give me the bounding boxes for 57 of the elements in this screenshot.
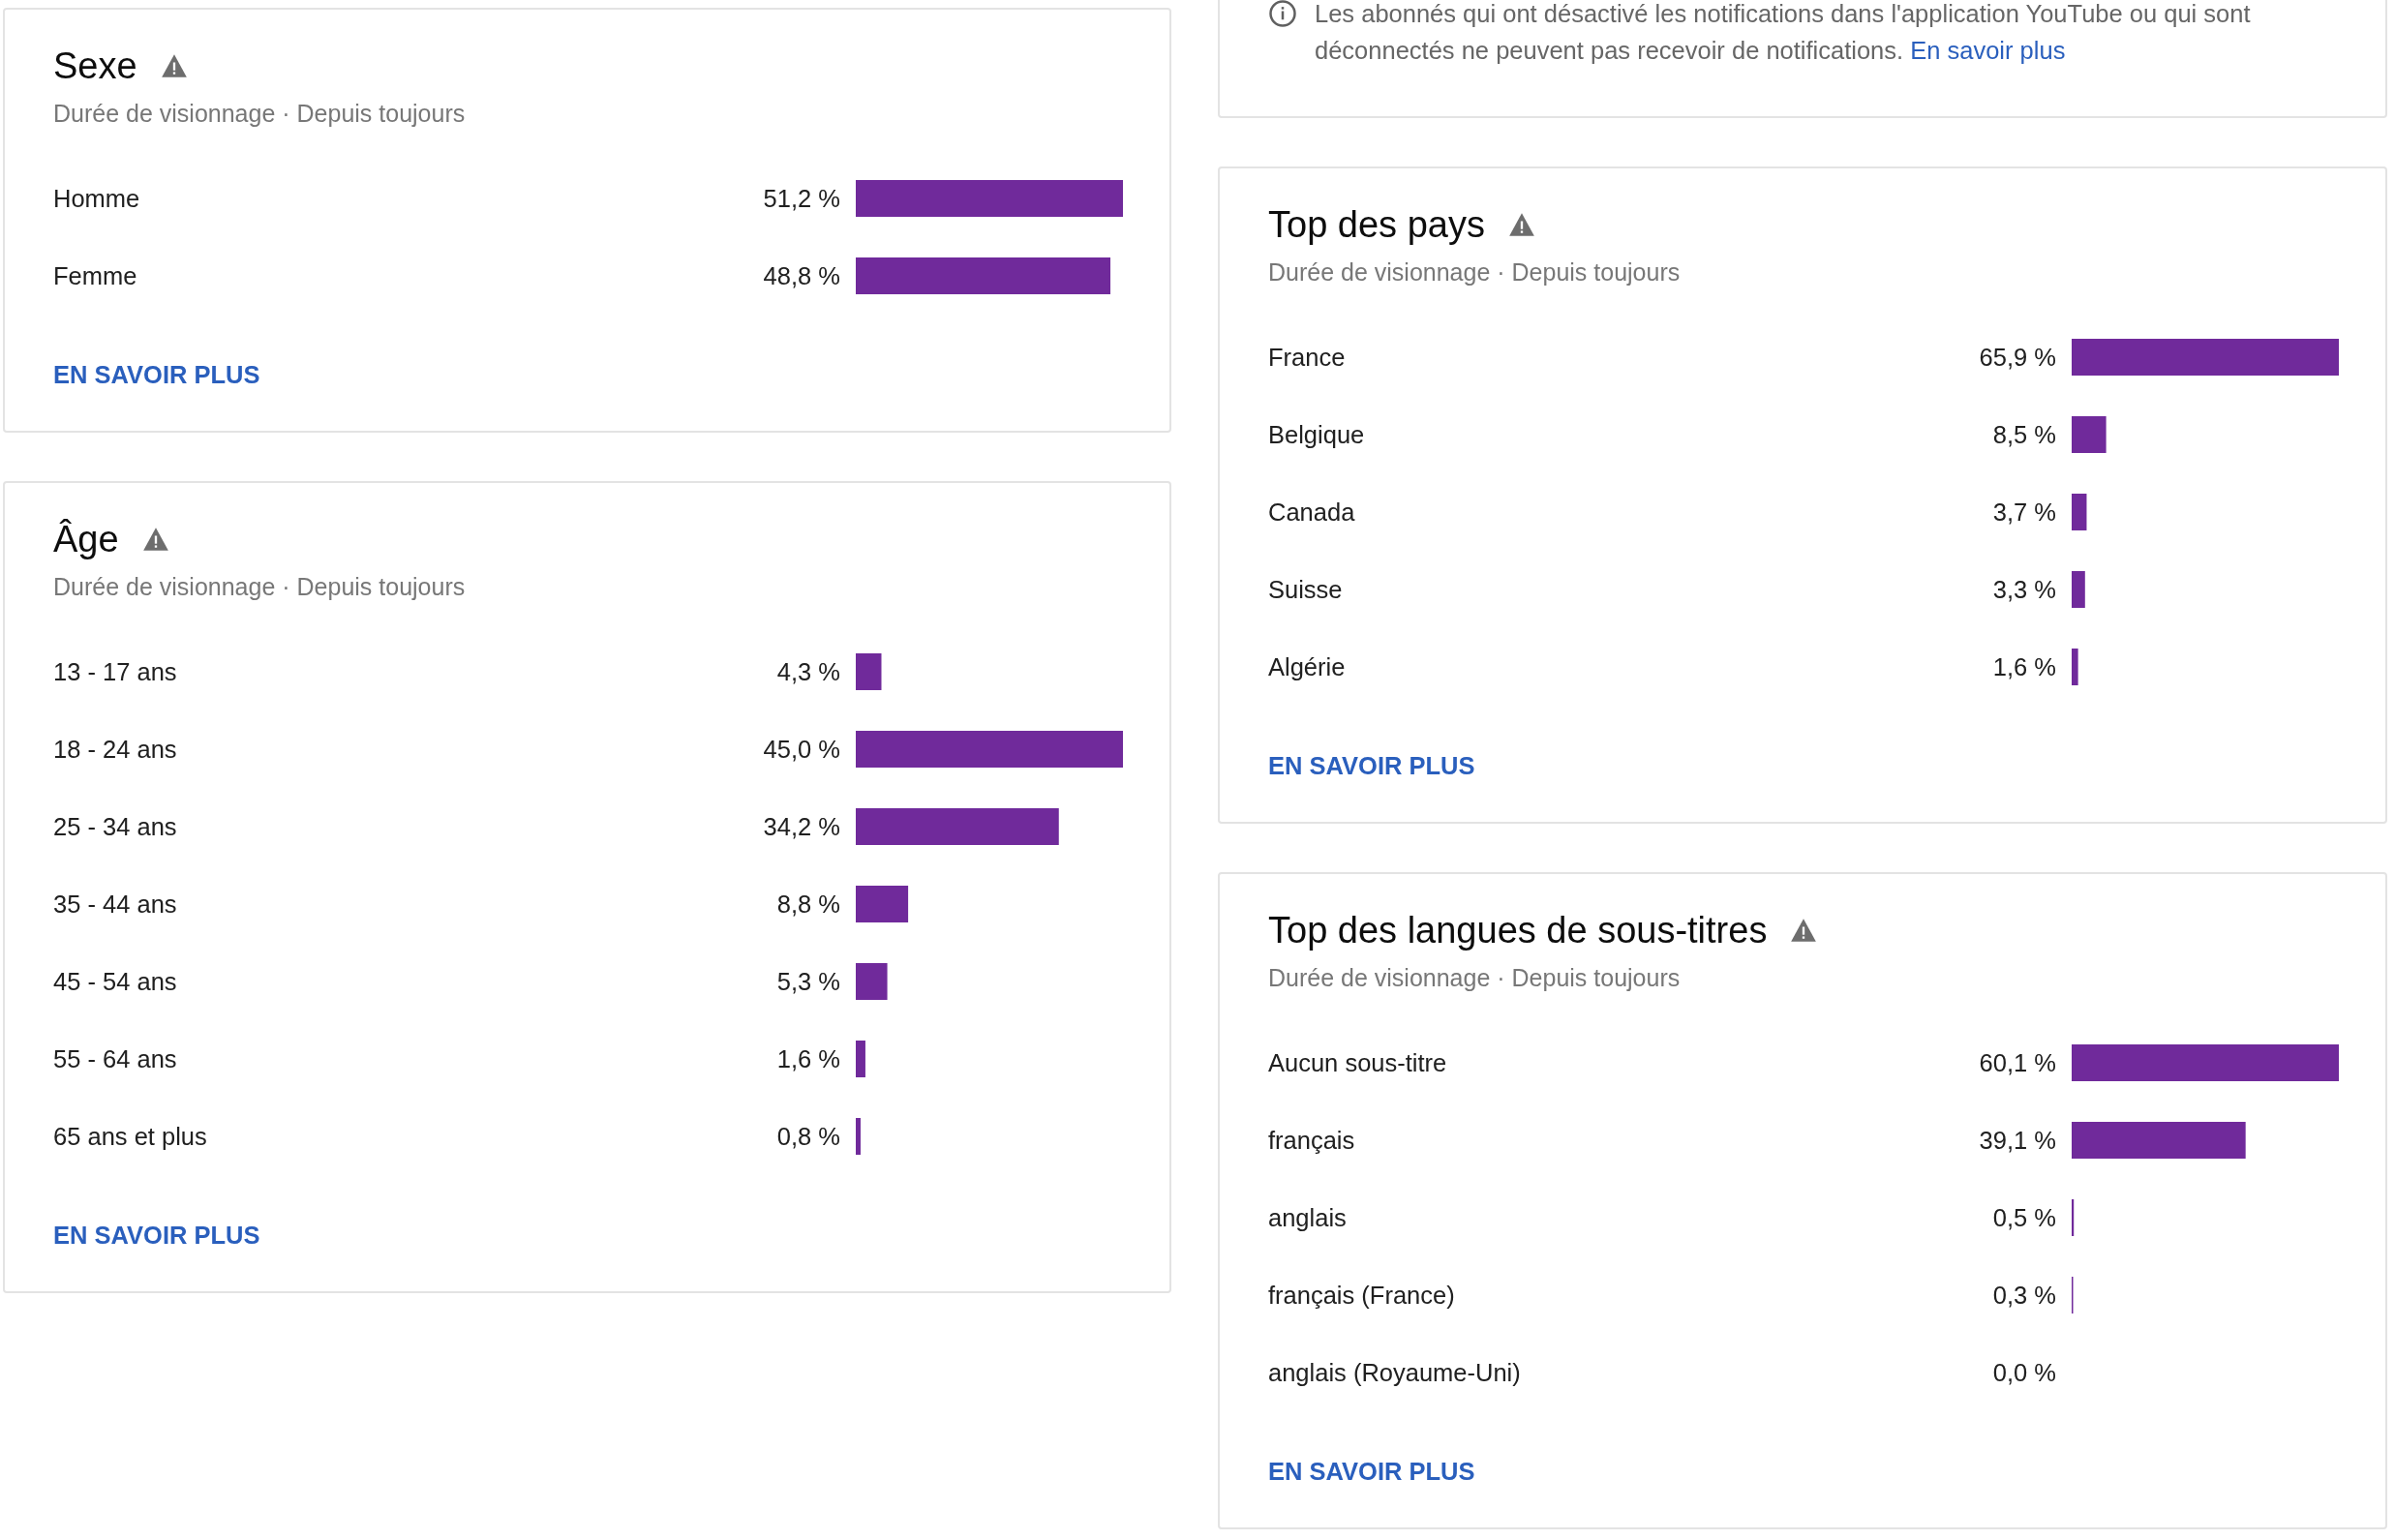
learn-more-link[interactable]: EN SAVOIR PLUS bbox=[1268, 1455, 1475, 1488]
row-value: 0,3 % bbox=[1992, 1281, 2056, 1311]
card-title: Top des langues de sous-titres bbox=[1268, 909, 1768, 952]
row-label: 25 - 34 ans bbox=[53, 812, 178, 842]
row-value: 45,0 % bbox=[763, 735, 840, 765]
row-label: Aucun sous-titre bbox=[1268, 1048, 1448, 1078]
info-icon bbox=[1268, 0, 1297, 28]
learn-more-link[interactable]: EN SAVOIR PLUS bbox=[1268, 749, 1475, 782]
card-subtitle: Durée de visionnage · Depuis toujours bbox=[1268, 257, 1682, 287]
row-value: 0,0 % bbox=[1992, 1358, 2056, 1388]
row-label: anglais (Royaume-Uni) bbox=[1268, 1358, 1522, 1388]
row-value: 39,1 % bbox=[1979, 1126, 2056, 1156]
card-title: Top des pays bbox=[1268, 203, 1485, 247]
learn-more-link[interactable]: En savoir plus bbox=[1910, 37, 2066, 64]
row-label: français (France) bbox=[1268, 1281, 1456, 1311]
row-value: 48,8 % bbox=[763, 261, 840, 291]
row-value: 5,3 % bbox=[776, 967, 840, 997]
row-value: 0,5 % bbox=[1992, 1203, 2056, 1233]
row-value: 8,8 % bbox=[776, 890, 840, 920]
row-label: 45 - 54 ans bbox=[53, 967, 178, 997]
card-subtitle: Durée de visionnage · Depuis toujours bbox=[1268, 963, 1682, 993]
row-value: 3,3 % bbox=[1992, 575, 2056, 605]
row-value: 1,6 % bbox=[1992, 652, 2056, 682]
card-subtitle: Durée de visionnage · Depuis toujours bbox=[53, 99, 467, 129]
row-label: Belgique bbox=[1268, 420, 1366, 450]
row-label: Femme bbox=[53, 261, 138, 291]
row-value: 3,7 % bbox=[1992, 498, 2056, 528]
row-label: Homme bbox=[53, 184, 141, 214]
row-label: 55 - 64 ans bbox=[53, 1044, 178, 1074]
row-label: Canada bbox=[1268, 498, 1356, 528]
learn-more-link[interactable]: EN SAVOIR PLUS bbox=[53, 1219, 260, 1252]
row-value: 34,2 % bbox=[763, 812, 840, 842]
row-label: Suisse bbox=[1268, 575, 1344, 605]
row-value: 4,3 % bbox=[776, 657, 840, 687]
row-label: français bbox=[1268, 1126, 1356, 1156]
row-value: 65,9 % bbox=[1979, 343, 2056, 373]
row-label: 35 - 44 ans bbox=[53, 890, 178, 920]
row-label: 18 - 24 ans bbox=[53, 735, 178, 765]
card-subtitle: Durée de visionnage · Depuis toujours bbox=[53, 572, 467, 602]
card-title: Âge bbox=[53, 518, 119, 561]
row-label: anglais bbox=[1268, 1203, 1348, 1233]
row-value: 51,2 % bbox=[763, 184, 840, 214]
row-value: 60,1 % bbox=[1979, 1048, 2056, 1078]
learn-more-link[interactable]: EN SAVOIR PLUS bbox=[53, 358, 260, 391]
card-title: Sexe bbox=[53, 45, 137, 88]
row-label: 65 ans et plus bbox=[53, 1122, 208, 1152]
row-value: 8,5 % bbox=[1992, 420, 2056, 450]
row-value: 0,8 % bbox=[776, 1122, 840, 1152]
warning-icon bbox=[141, 527, 169, 552]
row-label: 13 - 17 ans bbox=[53, 657, 178, 687]
row-label: France bbox=[1268, 343, 1347, 373]
row-value: 1,6 % bbox=[776, 1044, 840, 1074]
warning-icon bbox=[160, 53, 188, 78]
notice-text: Les abonnés qui ont désactivé les notifications dans l'application YouTube ou qui sont déconnectés ne peuvent pas recevoir de notifications. En savoir plus bbox=[1315, 0, 2252, 66]
warning-icon bbox=[1790, 918, 1818, 943]
row-label: Algérie bbox=[1268, 652, 1347, 682]
warning-icon bbox=[1507, 212, 1535, 237]
